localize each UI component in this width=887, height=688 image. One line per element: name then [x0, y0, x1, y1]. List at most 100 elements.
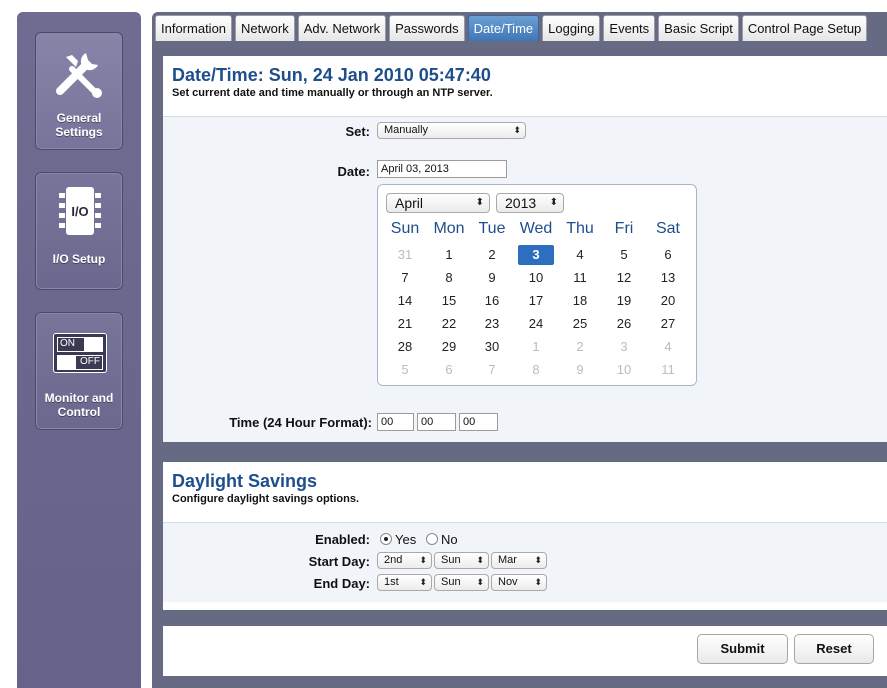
start-week-value: 2nd: [384, 554, 403, 566]
sidebar: General Settings I/O I/O Setup ON OFF Mo…: [17, 12, 141, 688]
weekday-header: Sun: [390, 220, 420, 237]
calendar-day[interactable]: 10: [606, 360, 642, 380]
year-select[interactable]: 2013 ⬍: [496, 193, 564, 213]
year-value: 2013: [505, 195, 537, 211]
calendar-day[interactable]: 27: [650, 314, 686, 334]
on-off-switch-icon: ON OFF: [53, 333, 107, 373]
calendar-day[interactable]: 25: [562, 314, 598, 334]
calendar-day[interactable]: 7: [387, 268, 423, 288]
calendar-day[interactable]: 13: [650, 268, 686, 288]
monitor-control-button[interactable]: ON OFF Monitor and Control: [35, 312, 123, 430]
reset-button[interactable]: Reset: [794, 634, 874, 664]
calendar-day[interactable]: 19: [606, 291, 642, 311]
start-weekday-select[interactable]: Sun ⬍: [434, 552, 489, 569]
calendar-day[interactable]: 11: [650, 360, 686, 380]
calendar-day[interactable]: 8: [431, 268, 467, 288]
calendar-day[interactable]: 17: [518, 291, 554, 311]
calendar-day[interactable]: 14: [387, 291, 423, 311]
time-second-input[interactable]: 00: [459, 413, 498, 431]
start-month-select[interactable]: Mar ⬍: [491, 552, 547, 569]
calendar-day[interactable]: 9: [562, 360, 598, 380]
general-settings-label-1: General: [56, 111, 102, 125]
enabled-yes-radio[interactable]: [380, 533, 392, 545]
select-arrows-icon: ⬍: [476, 555, 484, 565]
calendar-day[interactable]: 1: [518, 337, 554, 357]
set-mode-select[interactable]: Manually ⬍: [377, 122, 526, 139]
general-settings-label-2: Settings: [55, 125, 103, 139]
select-arrows-icon: ⬍: [419, 577, 427, 587]
calendar-day[interactable]: 3: [518, 245, 554, 265]
time-label: Time (24 Hour Format):: [229, 415, 372, 430]
tab-bar: Information Network Adv. Network Passwor…: [155, 15, 868, 41]
calendar-day[interactable]: 22: [431, 314, 467, 334]
calendar-day[interactable]: 15: [431, 291, 467, 311]
calendar-day[interactable]: 21: [387, 314, 423, 334]
io-setup-button[interactable]: I/O I/O Setup: [35, 172, 123, 290]
calendar-day[interactable]: 7: [474, 360, 510, 380]
calendar-day[interactable]: 6: [431, 360, 467, 380]
calendar-day[interactable]: 28: [387, 337, 423, 357]
enabled-no-radio[interactable]: [426, 533, 438, 545]
tab-control-page-setup[interactable]: Control Page Setup: [741, 15, 868, 41]
end-month-value: Nov: [498, 576, 518, 588]
calendar-day[interactable]: 20: [650, 291, 686, 311]
calendar-day[interactable]: 18: [562, 291, 598, 311]
monitor-control-label-2: Control: [57, 405, 101, 419]
time-hour-input[interactable]: 00: [377, 413, 414, 431]
enabled-yes-label: Yes: [395, 532, 417, 547]
calendar-day[interactable]: 3: [606, 337, 642, 357]
calendar-day[interactable]: 8: [518, 360, 554, 380]
calendar-day[interactable]: 1: [431, 245, 467, 265]
calendar-day[interactable]: 23: [474, 314, 510, 334]
calendar-day[interactable]: 30: [474, 337, 510, 357]
tab-information[interactable]: Information: [155, 15, 233, 41]
calendar-day[interactable]: 24: [518, 314, 554, 334]
tab-date-time[interactable]: Date/Time: [467, 15, 540, 41]
select-arrows-icon: ⬍: [476, 577, 484, 587]
weekday-header: Sat: [655, 220, 680, 237]
calendar-day[interactable]: 4: [562, 245, 598, 265]
calendar-day[interactable]: 16: [474, 291, 510, 311]
select-arrows-icon: ⬍: [475, 197, 484, 208]
calendar-day[interactable]: 6: [650, 245, 686, 265]
calendar-day[interactable]: 9: [474, 268, 510, 288]
enabled-no-label: No: [441, 532, 458, 547]
calendar-day[interactable]: 5: [606, 245, 642, 265]
calendar-day[interactable]: 12: [606, 268, 642, 288]
select-arrows-icon: ⬍: [419, 555, 427, 565]
calendar-day[interactable]: 31: [387, 245, 423, 265]
start-month-value: Mar: [498, 554, 517, 566]
calendar-day[interactable]: 11: [562, 268, 598, 288]
weekday-header: Mon: [433, 220, 465, 237]
daylight-title: Daylight Savings: [172, 471, 318, 491]
weekday-header: Tue: [478, 220, 506, 237]
calendar-day[interactable]: 5: [387, 360, 423, 380]
start-week-select[interactable]: 2nd ⬍: [377, 552, 432, 569]
end-month-select[interactable]: Nov ⬍: [491, 574, 547, 591]
month-select[interactable]: April ⬍: [386, 193, 490, 213]
io-setup-label: I/O Setup: [52, 252, 106, 266]
calendar-day[interactable]: 4: [650, 337, 686, 357]
submit-button[interactable]: Submit: [697, 634, 788, 664]
tab-basic-script[interactable]: Basic Script: [658, 15, 739, 41]
tab-adv-network[interactable]: Adv. Network: [297, 15, 387, 41]
tab-network[interactable]: Network: [235, 15, 295, 41]
end-weekday-select[interactable]: Sun ⬍: [434, 574, 489, 591]
date-input[interactable]: April 03, 2013: [377, 160, 507, 178]
end-week-value: 1st: [384, 576, 399, 588]
calendar-day[interactable]: 29: [431, 337, 467, 357]
tab-passwords[interactable]: Passwords: [389, 15, 465, 41]
general-settings-button[interactable]: General Settings: [35, 32, 123, 150]
calendar-day[interactable]: 2: [562, 337, 598, 357]
set-mode-value: Manually: [384, 124, 429, 136]
calendar-day[interactable]: 2: [474, 245, 510, 265]
tab-logging[interactable]: Logging: [542, 15, 601, 41]
calendar-day[interactable]: 26: [606, 314, 642, 334]
calendar-day[interactable]: 10: [518, 268, 554, 288]
end-week-select[interactable]: 1st ⬍: [377, 574, 432, 591]
select-arrows-icon: ⬍: [534, 577, 542, 587]
svg-text:I/O: I/O: [71, 204, 88, 219]
time-minute-input[interactable]: 00: [417, 413, 456, 431]
tab-events[interactable]: Events: [603, 15, 656, 41]
select-arrows-icon: ⬍: [534, 555, 542, 565]
